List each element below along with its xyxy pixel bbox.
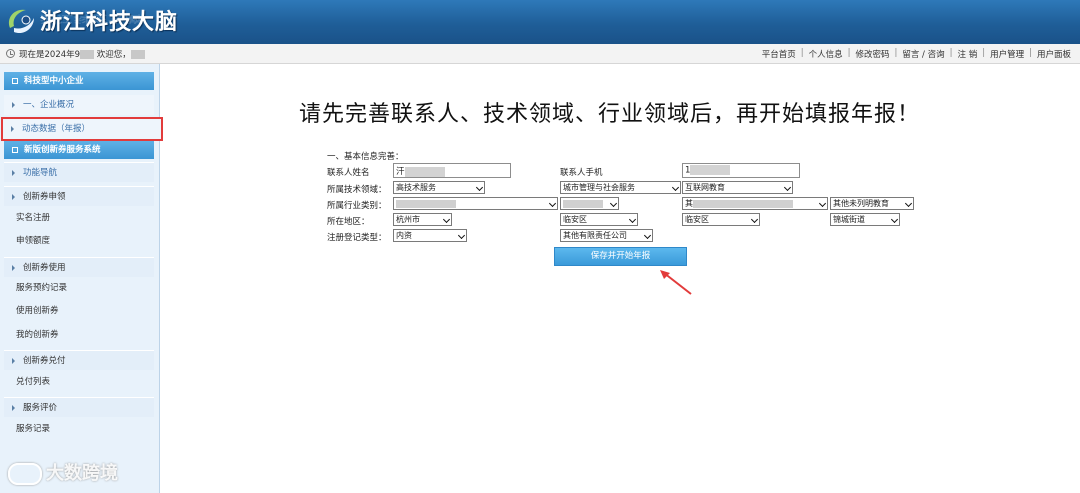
sidebar-group-eval[interactable]: 服务评价 — [4, 397, 154, 417]
link-change-password[interactable]: 修改密码 — [850, 48, 894, 60]
clock-icon — [6, 49, 15, 58]
reg-type-select-2[interactable]: 其他有限责任公司 — [560, 229, 653, 242]
chevron-down-icon — [457, 231, 466, 240]
sidebar-item-service-record[interactable]: 服务记录 — [4, 419, 154, 439]
sidebar-item-overview[interactable]: 一、企业概况 — [4, 95, 154, 115]
district-select-2[interactable]: 临安区 — [682, 213, 760, 226]
chevron-down-icon — [783, 183, 792, 192]
link-user-panel[interactable]: 用户面板 — [1032, 48, 1076, 60]
sidebar-item-booking[interactable]: 服务预约记录 — [4, 278, 154, 298]
header-banner: 浙江科技大脑 浙江科技大脑 — [0, 0, 1080, 44]
top-bar: 现在是2024年9 欢迎您， 平台首页 | 个人信息 | 修改密码 | 留言 / 咨询… — [0, 44, 1080, 64]
chevron-down-icon — [643, 231, 652, 240]
welcome-text: 现在是2024年9 欢迎您， — [19, 48, 145, 60]
contact-phone-field[interactable]: 1 — [682, 163, 800, 178]
save-and-start-report-button[interactable]: 保存并开始年报 — [554, 247, 687, 266]
link-message[interactable]: 留言 / 咨询 — [897, 48, 949, 60]
tech-field-select-1[interactable]: 高技术服务 — [393, 181, 485, 194]
square-icon — [12, 146, 18, 153]
site-title-reflection: 浙江科技大脑 — [40, 13, 143, 25]
label-contact-name: 联系人姓名 — [327, 168, 370, 178]
link-profile[interactable]: 个人信息 — [804, 48, 848, 60]
label-reg-type: 注册登记类型： — [327, 233, 387, 243]
sidebar-section-voucher[interactable]: 新版创新券服务系统 — [4, 141, 154, 159]
welcome-greeting: 欢迎您， — [96, 50, 131, 60]
sidebar-item-nav[interactable]: 功能导航 — [4, 162, 154, 182]
chevron-down-icon — [628, 215, 637, 224]
sidebar-group-cash[interactable]: 创新券兑付 — [4, 350, 154, 370]
sidebar-item-quota[interactable]: 申领额度 — [4, 231, 154, 251]
sidebar-group-apply[interactable]: 创新券申领 — [4, 186, 154, 206]
contact-name-field[interactable]: 汗 — [393, 163, 511, 178]
chevron-down-icon — [475, 183, 484, 192]
label-region: 所在地区： — [327, 217, 370, 227]
link-user-management[interactable]: 用户管理 — [985, 48, 1029, 60]
district-select-1[interactable]: 临安区 — [560, 213, 638, 226]
city-select[interactable]: 杭州市 — [393, 213, 452, 226]
link-home[interactable]: 平台首页 — [757, 48, 801, 60]
welcome-date: 现在是2024年9 — [19, 50, 81, 60]
industry-select-1[interactable] — [393, 197, 558, 210]
chevron-down-icon — [818, 199, 827, 208]
redacted-mask — [404, 166, 445, 177]
chevron-down-icon — [671, 183, 680, 192]
chevron-down-icon — [442, 215, 451, 224]
sidebar-item-dynamic-data[interactable]: 动态数据（年报） — [1, 117, 163, 141]
label-contact-phone: 联系人手机 — [560, 168, 603, 178]
caret-icon — [12, 357, 15, 364]
chevron-down-icon — [548, 199, 557, 208]
logo-icon — [8, 9, 34, 34]
watermark-logo-icon — [8, 463, 42, 485]
reg-type-select-1[interactable]: 内资 — [393, 229, 467, 242]
sidebar-item-my-voucher[interactable]: 我的创新券 — [4, 325, 154, 345]
redacted-mask — [563, 199, 603, 208]
watermark: 大数跨境 — [8, 459, 118, 485]
sidebar-section-sme[interactable]: 科技型中小企业 — [4, 72, 154, 90]
industry-select-2[interactable] — [560, 197, 619, 210]
link-logout[interactable]: 注 销 — [953, 48, 983, 60]
redacted-mask — [130, 50, 145, 59]
tech-field-select-3[interactable]: 互联网教育 — [682, 181, 793, 194]
street-select[interactable]: 锦城街道 — [830, 213, 900, 226]
caret-icon — [12, 169, 15, 176]
sidebar-item-cash-list[interactable]: 兑付列表 — [4, 372, 154, 392]
page-title: 请先完善联系人、技术领域、行业领域后，再开始填报年报！ — [299, 102, 921, 127]
label-tech-field: 所属技术领域： — [327, 185, 387, 195]
form-section-title: 一、基本信息完善： — [327, 152, 404, 162]
label-industry: 所属行业类别： — [327, 201, 387, 211]
caret-icon — [11, 125, 14, 132]
caret-icon — [12, 264, 15, 271]
industry-select-4[interactable]: 其他未列明教育 — [830, 197, 914, 210]
red-arrow-icon — [660, 270, 692, 295]
redacted-mask — [396, 199, 456, 208]
tech-field-select-2[interactable]: 城市管理与社会服务 — [560, 181, 681, 194]
caret-icon — [12, 193, 15, 200]
chevron-down-icon — [890, 215, 899, 224]
caret-icon — [12, 101, 15, 108]
caret-icon — [12, 404, 15, 411]
square-icon — [12, 77, 18, 84]
chevron-down-icon — [750, 215, 759, 224]
chevron-down-icon — [609, 199, 618, 208]
chevron-down-icon — [904, 199, 913, 208]
sidebar: 科技型中小企业 一、企业概况 动态数据（年报） 新版创新券服务系统 功能导航 创… — [0, 64, 163, 493]
top-links: 平台首页 | 个人信息 | 修改密码 | 留言 / 咨询 | 注 销 | 用户管理 | 用户… — [757, 48, 1076, 60]
sidebar-group-use[interactable]: 创新券使用 — [4, 257, 154, 277]
redacted-mask — [80, 50, 95, 59]
sidebar-item-realname[interactable]: 实名注册 — [4, 208, 154, 228]
sidebar-item-use-voucher[interactable]: 使用创新券 — [4, 301, 154, 321]
industry-select-3[interactable]: 其 — [682, 197, 828, 210]
redacted-mask — [690, 165, 731, 175]
redacted-mask — [693, 199, 793, 208]
